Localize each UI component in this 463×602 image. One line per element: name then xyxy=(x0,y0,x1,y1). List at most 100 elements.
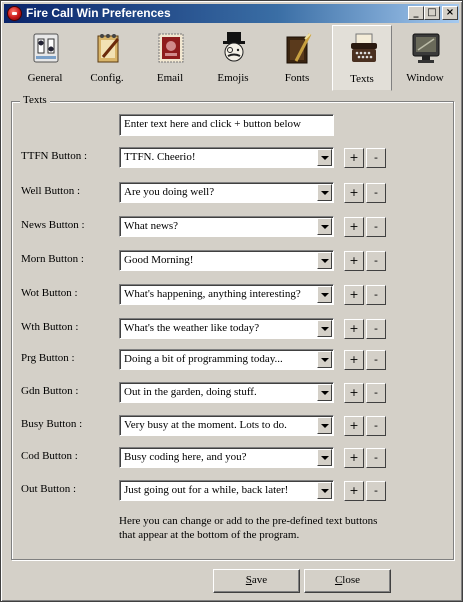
help-text: Here you can change or add to the pre-de… xyxy=(119,515,378,541)
gdn-remove-button[interactable]: - xyxy=(366,383,386,403)
cod-add-button[interactable]: + xyxy=(344,448,364,468)
fire-call-app-icon xyxy=(7,6,22,21)
news-text-combo[interactable]: What news? xyxy=(119,216,334,237)
tab-fonts[interactable]: Fonts xyxy=(267,25,327,91)
text-row-well: Well Button : Are you doing well? + - xyxy=(1,182,463,204)
morn-remove-button[interactable]: - xyxy=(366,251,386,271)
monocle-man-icon xyxy=(223,32,245,62)
tab-fonts-label: Fonts xyxy=(284,72,310,84)
close-button[interactable]: Close xyxy=(304,569,391,593)
ttfn-add-button[interactable]: + xyxy=(344,148,364,168)
prg-text-combo[interactable]: Doing a bit of programming today... xyxy=(119,349,334,370)
busy-add-button[interactable]: + xyxy=(344,416,364,436)
news-button-label: News Button : xyxy=(21,219,85,231)
combo-value: TTFN. Cheerio! xyxy=(124,151,196,163)
chevron-down-icon[interactable] xyxy=(317,149,332,166)
chevron-down-icon[interactable] xyxy=(317,320,332,337)
wth-text-combo[interactable]: What's the weather like today? xyxy=(119,318,334,339)
new-text-input[interactable]: Enter text here and click + button below xyxy=(119,114,334,136)
combo-value: What's the weather like today? xyxy=(124,322,260,334)
news-add-button[interactable]: + xyxy=(344,217,364,237)
combo-value: Doing a bit of programming today... xyxy=(124,353,283,365)
ttfn-remove-button[interactable]: - xyxy=(366,148,386,168)
cod-button-label: Cod Button : xyxy=(21,450,78,462)
prg-remove-button[interactable]: - xyxy=(366,350,386,370)
text-row-cod: Cod Button : Busy coding here, and you? … xyxy=(1,447,463,469)
text-row-ttfn: TTFN Button : TTFN. Cheerio! + - xyxy=(1,147,463,169)
morn-text-combo[interactable]: Good Morning! xyxy=(119,250,334,271)
chevron-down-icon[interactable] xyxy=(317,384,332,401)
out-remove-button[interactable]: - xyxy=(366,481,386,501)
save-label-rest: ave xyxy=(251,574,268,586)
cod-remove-button[interactable]: - xyxy=(366,448,386,468)
tab-config[interactable]: Config. xyxy=(77,25,137,91)
texts-group-title: Texts xyxy=(20,94,50,106)
combo-value: Busy coding here, and you? xyxy=(124,451,247,463)
prg-button-label: Prg Button : xyxy=(21,352,75,364)
chevron-down-icon[interactable] xyxy=(317,482,332,499)
combo-value: What's happening, anything interesting? xyxy=(124,288,301,300)
gdn-add-button[interactable]: + xyxy=(344,383,364,403)
out-text-combo[interactable]: Just going out for a while, back later! xyxy=(119,480,334,501)
combo-value: Just going out for a while, back later! xyxy=(124,484,289,496)
combo-value: What news? xyxy=(124,220,179,232)
cod-text-combo[interactable]: Busy coding here, and you? xyxy=(119,447,334,468)
chevron-down-icon[interactable] xyxy=(317,218,332,235)
tab-email[interactable]: Email xyxy=(140,25,200,91)
out-add-button[interactable]: + xyxy=(344,481,364,501)
monitor-icon xyxy=(412,33,440,63)
gdn-text-combo[interactable]: Out in the garden, doing stuff. xyxy=(119,382,334,403)
chevron-down-icon[interactable] xyxy=(317,449,332,466)
book-quill-icon xyxy=(286,33,312,64)
well-add-button[interactable]: + xyxy=(344,183,364,203)
tab-general[interactable]: General xyxy=(15,25,75,91)
tab-window[interactable]: Window xyxy=(395,25,455,91)
chevron-down-icon[interactable] xyxy=(317,286,332,303)
morn-button-label: Morn Button : xyxy=(21,253,84,265)
preferences-window: Fire Call Win Preferences _ □ × General xyxy=(0,0,463,602)
text-row-morn: Morn Button : Good Morning! + - xyxy=(1,250,463,272)
gdn-button-label: Gdn Button : xyxy=(21,385,79,397)
title-bar[interactable]: Fire Call Win Preferences _ □ × xyxy=(4,4,459,23)
busy-button-label: Busy Button : xyxy=(21,418,83,430)
wot-add-button[interactable]: + xyxy=(344,285,364,305)
text-row-news: News Button : What news? + - xyxy=(1,216,463,238)
preferences-tabs: General Config. Email Emojis Fonts Texts… xyxy=(11,25,455,93)
text-row-busy: Busy Button : Very busy at the moment. L… xyxy=(1,415,463,437)
stamp-icon xyxy=(158,33,184,63)
notepad-pen-icon xyxy=(97,34,120,63)
news-remove-button[interactable]: - xyxy=(366,217,386,237)
ttfn-text-combo[interactable]: TTFN. Cheerio! xyxy=(119,147,334,168)
wot-remove-button[interactable]: - xyxy=(366,285,386,305)
close-window-button[interactable]: × xyxy=(442,6,458,20)
morn-add-button[interactable]: + xyxy=(344,251,364,271)
wot-text-combo[interactable]: What's happening, anything interesting? xyxy=(119,284,334,305)
chevron-down-icon[interactable] xyxy=(317,184,332,201)
window-title: Fire Call Win Preferences xyxy=(26,6,171,20)
chevron-down-icon[interactable] xyxy=(317,252,332,269)
wot-button-label: Wot Button : xyxy=(21,287,78,299)
typewriter-icon xyxy=(351,33,377,62)
combo-value: Out in the garden, doing stuff. xyxy=(124,386,257,398)
wth-remove-button[interactable]: - xyxy=(366,319,386,339)
tab-config-label: Config. xyxy=(90,72,124,84)
chevron-down-icon[interactable] xyxy=(317,351,332,368)
minimize-button[interactable]: _ xyxy=(408,6,424,20)
save-button[interactable]: Save xyxy=(213,569,300,593)
busy-remove-button[interactable]: - xyxy=(366,416,386,436)
tab-emojis[interactable]: Emojis xyxy=(203,25,263,91)
tab-texts-label: Texts xyxy=(350,73,374,85)
chevron-down-icon[interactable] xyxy=(317,417,332,434)
prg-add-button[interactable]: + xyxy=(344,350,364,370)
well-text-combo[interactable]: Are you doing well? xyxy=(119,182,334,203)
text-row-out: Out Button : Just going out for a while,… xyxy=(1,480,463,502)
busy-text-combo[interactable]: Very busy at the moment. Lots to do. xyxy=(119,415,334,436)
well-remove-button[interactable]: - xyxy=(366,183,386,203)
wth-add-button[interactable]: + xyxy=(344,319,364,339)
tab-window-label: Window xyxy=(406,72,444,84)
maximize-button[interactable]: □ xyxy=(424,6,440,20)
tab-texts[interactable]: Texts xyxy=(332,25,392,91)
switch-panel-icon xyxy=(33,33,59,63)
text-row-wth: Wth Button : What's the weather like tod… xyxy=(1,318,463,340)
out-button-label: Out Button : xyxy=(21,483,77,495)
